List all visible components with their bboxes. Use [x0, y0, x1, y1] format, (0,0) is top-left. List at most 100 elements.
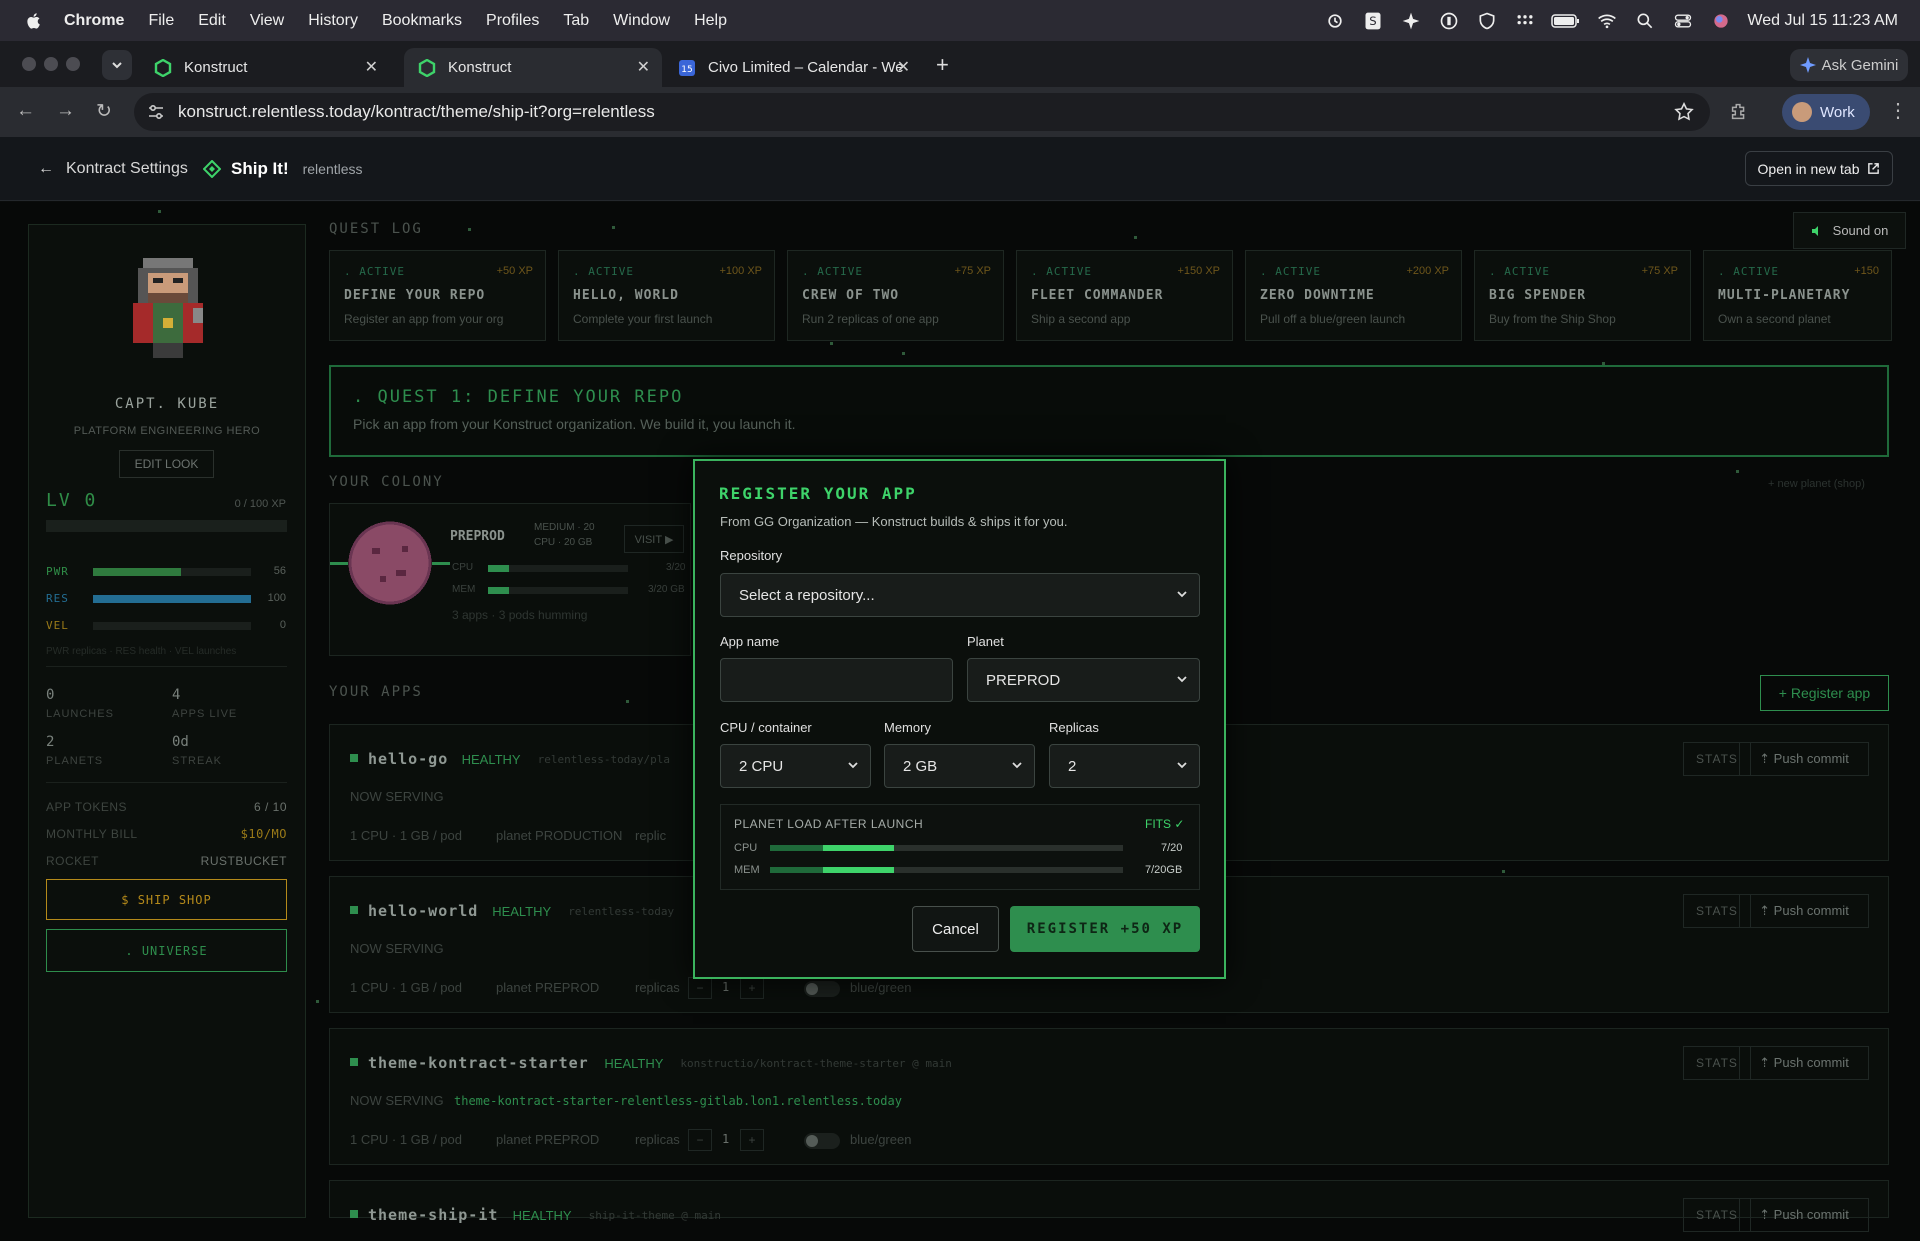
blue-green-label: blue/green [850, 980, 912, 995]
repository-select[interactable]: Select a repository... [720, 573, 1200, 617]
password-manager-icon[interactable] [1437, 11, 1461, 31]
stat-label-res: RES [46, 592, 69, 605]
profile-chip[interactable]: Work [1782, 94, 1870, 130]
window-minimize-button[interactable] [44, 57, 58, 71]
quest-card[interactable]: . ACTIVE +100 XP HELLO, WORLD Complete your… [558, 250, 775, 341]
scrivener-icon[interactable]: S [1361, 11, 1385, 31]
new-tab-button[interactable]: + [936, 52, 949, 78]
reload-icon[interactable]: ↻ [96, 100, 112, 123]
colony-mem-value: 3/20 GB [648, 584, 685, 595]
replicas-increment-button[interactable]: + [740, 977, 764, 999]
wifi-icon[interactable] [1595, 11, 1619, 31]
app-name[interactable]: theme-kontract-starter [368, 1054, 589, 1072]
blue-green-label: blue/green [850, 1132, 912, 1147]
ship-shop-button[interactable]: $ SHIP SHOP [46, 879, 287, 920]
quest-xp: +75 XP [954, 265, 991, 277]
universe-button[interactable]: . UNIVERSE [46, 929, 287, 972]
rocket-row: ROCKET RUSTBUCKET [46, 854, 287, 868]
window-zoom-button[interactable] [66, 57, 80, 71]
browser-tab-2-active[interactable]: Konstruct ✕ [404, 48, 662, 87]
app-card: theme-kontract-starter STATS ⇡ Push commit… [329, 1028, 1889, 1165]
apple-logo-icon[interactable] [22, 11, 46, 31]
battery-icon[interactable] [1551, 11, 1581, 31]
replicas-decrement-button[interactable]: − [688, 1129, 712, 1151]
app-name[interactable]: hello-world [368, 902, 478, 920]
quest-card[interactable]: . ACTIVE +150 MULTI-PLANETARY Own a second … [1703, 250, 1892, 341]
sync-icon[interactable] [1323, 11, 1347, 31]
push-commit-button[interactable]: ⇡ Push commit [1739, 1046, 1869, 1080]
menubar-datetime[interactable]: Wed Jul 15 11:23 AM [1747, 12, 1898, 30]
menu-view[interactable]: View [250, 12, 284, 30]
back-arrow-icon[interactable]: ← [16, 100, 35, 122]
quest-title: CREW OF TWO [802, 288, 900, 303]
visit-planet-button[interactable]: VISIT ▶ [624, 525, 684, 553]
org-badge: relentless [302, 161, 363, 177]
close-tab-icon[interactable]: ✕ [637, 57, 650, 77]
push-commit-button[interactable]: ⇡ Push commit [1739, 894, 1869, 928]
menu-tab[interactable]: Tab [563, 12, 589, 30]
menu-help[interactable]: Help [694, 12, 727, 30]
replicas-select[interactable]: 2 [1049, 744, 1200, 788]
monthly-bill-row: MONTHLY BILL $10/MO [46, 827, 287, 841]
streak-label: STREAK [172, 755, 223, 767]
planet-select[interactable]: PREPROD [967, 658, 1200, 702]
app-spec: 1 CPU · 1 GB / pod [350, 1132, 462, 1147]
close-tab-icon[interactable]: ✕ [897, 57, 910, 77]
replicas-increment-button[interactable]: + [740, 1129, 764, 1151]
push-commit-button[interactable]: ⇡ Push commit [1739, 1198, 1869, 1232]
edit-look-button[interactable]: EDIT LOOK [119, 450, 214, 478]
register-app-button[interactable]: + Register app [1760, 675, 1889, 711]
sidebar-divider [46, 666, 287, 667]
replicas-decrement-button[interactable]: − [688, 977, 712, 999]
grid-dots-icon[interactable] [1513, 11, 1537, 31]
back-to-settings-link[interactable]: ← Kontract Settings [38, 160, 188, 178]
quest-card[interactable]: . ACTIVE +200 XP ZERO DOWNTIME Pull off a b… [1245, 250, 1462, 341]
app-name[interactable]: theme-ship-it [368, 1206, 498, 1224]
address-bar[interactable]: konstruct.relentless.today/kontract/them… [134, 93, 1710, 131]
blue-green-toggle[interactable] [804, 981, 840, 997]
menu-window[interactable]: Window [613, 12, 670, 30]
extensions-puzzle-icon[interactable] [1728, 101, 1750, 123]
shield-icon[interactable] [1475, 11, 1499, 31]
menu-app-name[interactable]: Chrome [64, 12, 124, 30]
bookmark-star-icon[interactable] [1673, 101, 1695, 123]
quest-description: Ship a second app [1031, 312, 1131, 326]
menu-profiles[interactable]: Profiles [486, 12, 539, 30]
serving-url-link[interactable]: theme-kontract-starter-relentless-gitlab… [454, 1094, 902, 1108]
browser-menu-kebab-icon[interactable]: ⋮ [1888, 98, 1908, 123]
tab-search-button[interactable] [102, 50, 132, 80]
menu-file[interactable]: File [148, 12, 174, 30]
quest-card[interactable]: . ACTIVE +150 XP FLEET COMMANDER Ship a sec… [1016, 250, 1233, 341]
page-title-group: Ship It! relentless [203, 159, 363, 179]
sparkle-icon[interactable] [1399, 11, 1423, 31]
quest-card[interactable]: . ACTIVE +50 XP DEFINE YOUR REPO Register a… [329, 250, 546, 341]
page-title: Ship It! [231, 159, 289, 178]
cancel-button[interactable]: Cancel [912, 906, 999, 952]
quest-card[interactable]: . ACTIVE +75 XP BIG SPENDER Buy from the Sh… [1474, 250, 1691, 341]
control-center-icon[interactable] [1671, 11, 1695, 31]
menu-history[interactable]: History [308, 12, 358, 30]
push-commit-button[interactable]: ⇡ Push commit [1739, 742, 1869, 776]
memory-select[interactable]: 2 GB [884, 744, 1035, 788]
cpu-select[interactable]: 2 CPU [720, 744, 871, 788]
app-name[interactable]: hello-go [368, 750, 448, 768]
register-app-submit-button[interactable]: REGISTER +50 XP [1010, 906, 1200, 952]
browser-tab-3[interactable]: 15 Civo Limited – Calendar - We ✕ [664, 48, 922, 87]
browser-tab-1[interactable]: Konstruct ✕ [140, 48, 390, 87]
new-planet-link[interactable]: + new planet (shop) [1768, 478, 1865, 490]
open-new-tab-button[interactable]: Open in new tab [1745, 151, 1893, 186]
menu-bookmarks[interactable]: Bookmarks [382, 12, 462, 30]
konstruct-favicon-icon [154, 58, 172, 77]
quest-card[interactable]: . ACTIVE +75 XP CREW OF TWO Run 2 replicas … [787, 250, 1004, 341]
blue-green-toggle[interactable] [804, 1133, 840, 1149]
forward-arrow-icon[interactable]: → [56, 100, 75, 122]
close-tab-icon[interactable]: ✕ [365, 57, 378, 77]
app-name-input[interactable] [720, 658, 953, 702]
ask-gemini-button[interactable]: Ask Gemini [1790, 49, 1908, 81]
sound-toggle-button[interactable]: Sound on [1793, 212, 1906, 249]
siri-icon[interactable] [1709, 11, 1733, 31]
spotlight-search-icon[interactable] [1633, 11, 1657, 31]
site-settings-icon[interactable] [146, 102, 166, 122]
window-close-button[interactable] [22, 57, 36, 71]
menu-edit[interactable]: Edit [198, 12, 226, 30]
